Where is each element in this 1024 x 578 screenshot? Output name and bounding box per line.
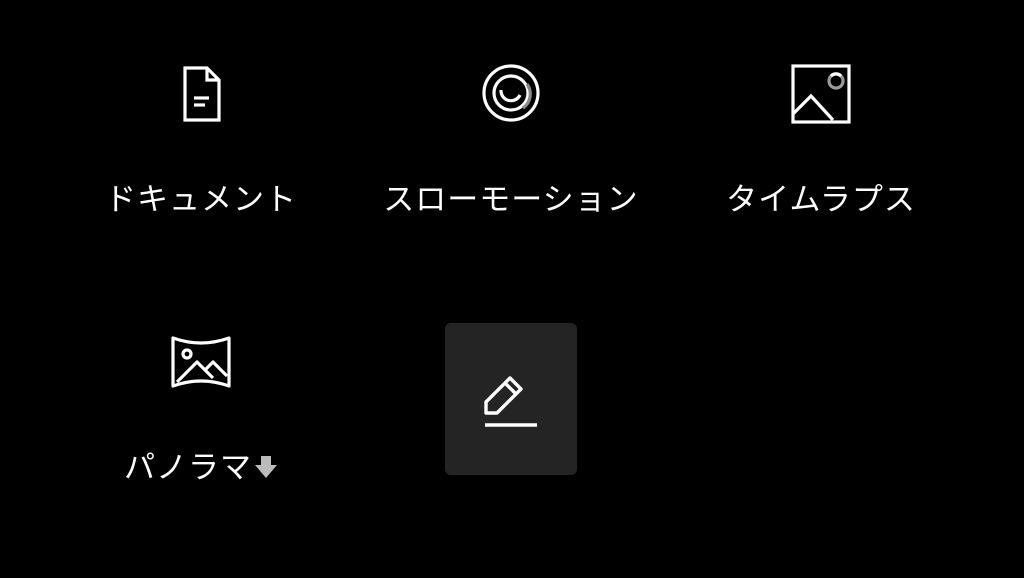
mode-panorama[interactable]: パノラマ	[71, 330, 331, 530]
document-icon	[169, 62, 233, 126]
mode-panorama-label-text: パノラマ	[124, 450, 252, 486]
edit-pencil-icon	[484, 376, 537, 427]
mode-slow-motion[interactable]: スローモーション	[381, 62, 641, 262]
mode-timelapse-label: タイムラプス	[726, 182, 916, 218]
download-arrow-icon	[254, 452, 278, 488]
mode-document-label: ドキュメント	[105, 182, 297, 218]
timelapse-icon	[789, 62, 853, 126]
slow-motion-icon	[479, 62, 543, 126]
mode-slow-motion-label: スローモーション	[383, 182, 639, 218]
mode-timelapse[interactable]: タイムラプス	[691, 62, 951, 262]
mode-document[interactable]: ドキュメント	[71, 62, 331, 262]
mode-panorama-label: パノラマ	[71, 442, 331, 488]
edit-modes-button[interactable]	[445, 323, 577, 475]
panorama-icon	[169, 330, 233, 394]
